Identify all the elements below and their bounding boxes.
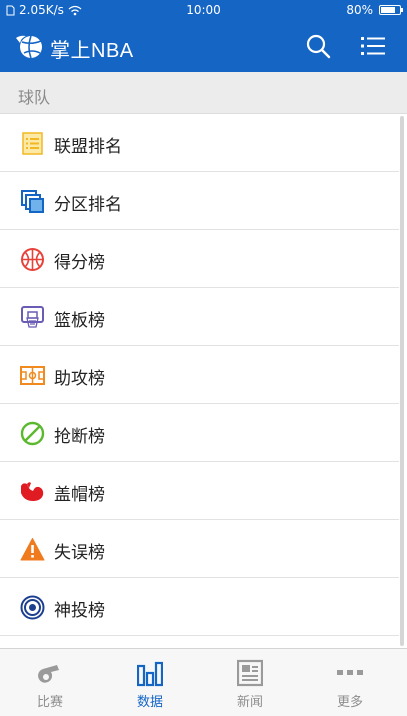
list-item-division-ranking[interactable]: 分区排名 [0,172,399,230]
target-icon [20,595,45,620]
tab-more[interactable]: 更多 [300,649,400,716]
list-item-label: 神投榜 [54,601,105,621]
app-title: 掌上NBA [50,40,134,62]
warning-icon [20,538,45,561]
bar-chart-icon [137,661,163,687]
list-item-assists[interactable]: 助攻榜 [0,346,399,404]
stacked-windows-icon [21,190,44,213]
nav-label: 数据 [136,695,163,710]
bottom-nav: 比赛 数据 新闻 更多 [0,648,407,716]
basketball-icon [21,248,44,271]
newspaper-icon [237,659,263,687]
list-menu-icon[interactable] [358,32,388,60]
list-item-label: 得分榜 [54,253,105,273]
list-item-label: 盖帽榜 [54,485,105,505]
status-bar: 2.05K/s 10:00 80% [0,0,407,20]
list-item-steals[interactable]: 抢断榜 [0,404,399,462]
ranking-list-icon [22,132,43,155]
battery-level [381,7,396,13]
nav-label: 新闻 [236,695,263,710]
section-header: 球队 [0,72,407,114]
battery-icon [379,5,403,15]
nav-label: 比赛 [36,695,63,710]
list-item-scoring[interactable]: 得分榜 [0,230,399,288]
more-dots-icon [337,670,363,675]
section-title: 球队 [18,88,51,107]
list-item-label: 分区排名 [54,195,122,215]
list-item-label: 失误榜 [54,543,105,563]
hoop-icon [21,306,44,328]
basketball-logo-icon [16,35,42,59]
status-right: 80% [346,3,403,17]
list-item-rebounds[interactable]: 篮板榜 [0,288,399,346]
list-item-label: 篮板榜 [54,311,105,331]
list-item-shooting[interactable]: 神投榜 [0,578,399,636]
list-item-turnovers[interactable]: 失误榜 [0,520,399,578]
no-entry-icon [20,421,45,446]
court-icon [20,366,45,385]
tab-games[interactable]: 比赛 [0,649,100,716]
whistle-icon [38,665,59,683]
scrollbar[interactable] [400,116,404,646]
flexed-arm-icon [21,482,44,501]
list-item-label: 抢断榜 [54,427,105,447]
tab-data[interactable]: 数据 [100,649,200,716]
tab-news[interactable]: 新闻 [200,649,300,716]
list-item-label: 联盟排名 [54,137,122,157]
battery-percent: 80% [346,3,373,17]
list-item-blocks[interactable]: 盖帽榜 [0,462,399,520]
list-item-partial [0,636,399,648]
list-item-league-ranking[interactable]: 联盟排名 [0,114,399,172]
app-bar: 掌上NBA [0,20,407,72]
nav-label: 更多 [336,695,363,710]
search-icon[interactable] [304,32,332,60]
list-item-label: 助攻榜 [54,369,105,389]
